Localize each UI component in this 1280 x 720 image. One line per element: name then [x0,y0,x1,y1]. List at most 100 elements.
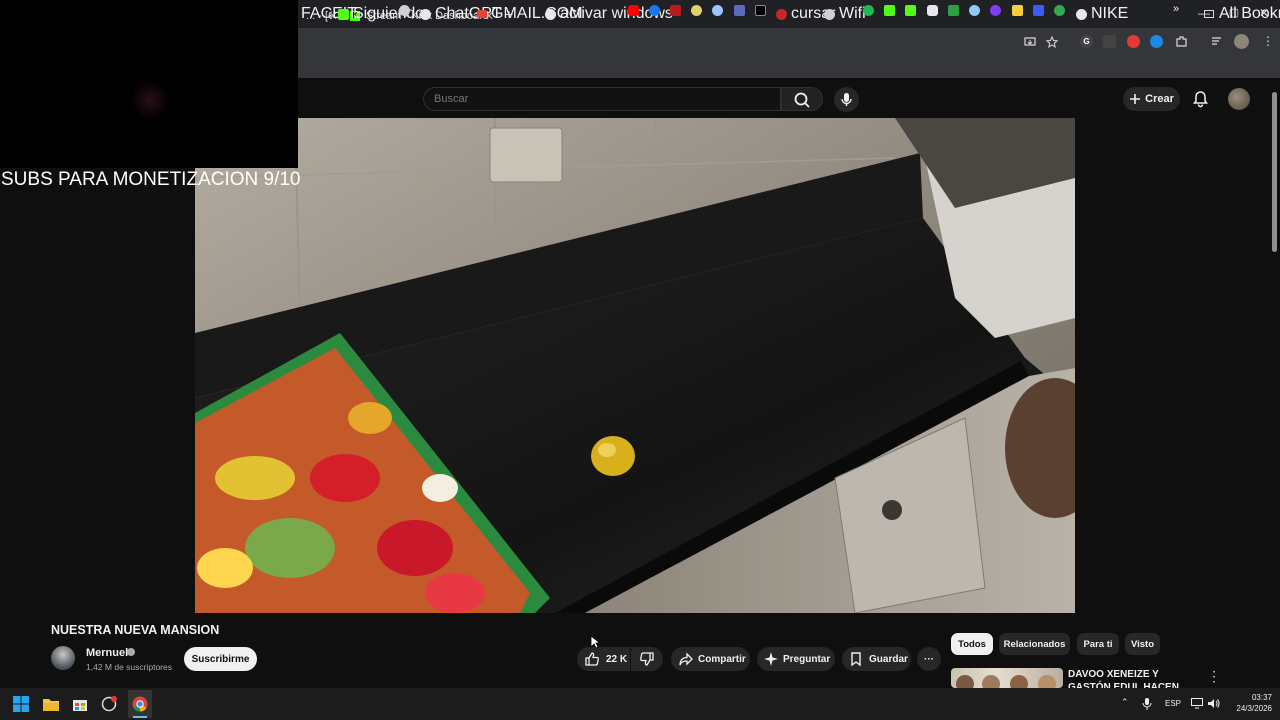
windows-start-icon[interactable] [13,696,29,712]
profile-avatar-icon[interactable] [1234,34,1249,49]
bookmark-icon[interactable] [969,5,980,16]
volume-icon[interactable] [1207,698,1220,709]
video-title: NUESTRA NUEVA MANSION [51,623,220,637]
microphone-tray-icon[interactable] [1142,698,1152,710]
star-icon[interactable] [1046,36,1058,48]
ask-label: Preguntar [783,653,831,665]
chrome-icon[interactable] [132,696,148,712]
channel-name[interactable]: Mernuel [86,647,128,659]
extension-red-icon[interactable] [1127,35,1140,48]
create-button[interactable]: Crear [1123,87,1180,111]
microphone-icon [841,93,852,106]
bookmark-icon [1076,8,1087,20]
like-count: 22 K [606,653,628,665]
video-player[interactable] [195,118,1075,613]
extension-g-icon[interactable]: G [1080,35,1093,48]
chatgpt-icon [420,8,431,20]
save-label: Guardar [869,653,908,665]
bookmark-icon[interactable] [1033,5,1044,16]
folder-icon [1204,10,1214,18]
webcam-overlay [0,0,298,168]
user-avatar[interactable] [1228,88,1250,110]
globe-icon [824,8,835,20]
youtube-icon[interactable] [628,5,639,16]
share-label: Compartir [698,653,746,665]
bookmark-icon[interactable] [712,5,723,16]
bookmark-icon[interactable] [1012,5,1023,16]
create-label: Crear [1145,93,1174,105]
language-indicator[interactable]: ESP [1165,699,1181,708]
network-icon[interactable] [1191,698,1203,709]
recommendation-thumbnail[interactable] [951,668,1063,688]
tray-overflow-icon[interactable]: ⌃ [1121,697,1129,708]
all-bookmarks-button[interactable]: All Bookmarks [1204,5,1280,23]
mouse-cursor-icon [590,635,600,649]
gmail-icon [477,10,487,18]
search-input[interactable] [434,92,764,106]
puzzle-icon[interactable] [1175,35,1188,48]
app-icon[interactable] [101,696,117,712]
search-button[interactable] [781,87,823,111]
bookmark-wifi[interactable]: Wifi [824,5,866,23]
windows-taskbar [0,688,1280,720]
facebook-icon[interactable] [649,5,660,16]
bookmark-icon[interactable] [948,5,959,16]
shield-icon[interactable] [670,5,681,16]
google-drive-icon[interactable] [1054,5,1065,16]
subs-goal-overlay-text: SUBS PARA MONETIZACION 9/10 [1,169,301,190]
chip-relacionados[interactable]: Relacionados [999,633,1070,655]
thumbs-up-icon [585,652,599,666]
recommendation-menu-icon[interactable]: ⋮ [1207,668,1221,684]
bookmark-label: NIKE [1091,5,1129,22]
microsoft-store-icon[interactable] [72,696,88,712]
kick-icon[interactable] [905,5,916,16]
save-button[interactable]: Guardar [842,647,911,671]
bookmark-nike[interactable]: NIKE [1076,5,1128,23]
bookmark-siguiendo[interactable]: Siguiendo [338,5,424,23]
file-explorer-icon[interactable] [43,696,59,712]
recommendation-title[interactable]: DAVOO XENEIZE Y GASTÓN EDUL HACEN PUERRU… [1068,668,1198,688]
subscriber-count: 1,42 M de suscriptores [86,662,172,672]
more-actions-button[interactable]: ··· [917,647,941,671]
plus-icon [1130,94,1141,104]
thumbnail-image [956,675,1056,688]
subscribe-button[interactable]: Suscribirme [184,647,257,671]
github-icon [545,8,556,20]
kebab-menu-icon[interactable]: ⋮ [1262,34,1274,48]
spotify-icon[interactable] [863,5,874,16]
bookmark-icon[interactable] [927,5,938,16]
extension-blue-icon[interactable] [1150,35,1163,48]
share-icon [679,652,693,666]
bookmarks-overflow-button[interactable]: » [1173,3,1179,15]
tab-search-icon[interactable] [1210,35,1223,48]
install-app-icon[interactable] [1024,36,1036,48]
share-button[interactable]: Compartir [671,647,750,671]
video-frame [195,118,1075,613]
kick-icon[interactable] [884,5,895,16]
active-indicator [133,716,147,718]
ask-button[interactable]: Preguntar [757,647,835,671]
bookmark-icon [776,8,787,20]
channel-avatar[interactable] [51,646,75,670]
thumbs-down-icon [640,652,654,666]
clock-time[interactable]: 03:37 [1244,693,1272,702]
x-icon[interactable] [755,5,766,16]
bookmark-icon[interactable] [734,5,745,16]
chip-para-ti[interactable]: Para ti [1077,633,1119,655]
chip-visto[interactable]: Visto [1125,633,1160,655]
clock-date[interactable]: 24/3/2026 [1228,704,1272,713]
chip-todos[interactable]: Todos [951,633,993,655]
voice-search-button[interactable] [834,87,859,112]
bookmark-label: Wifi [839,5,866,22]
sparkle-icon [764,652,778,666]
bookmark-icon[interactable] [691,5,702,16]
extension-icon[interactable] [1103,35,1116,48]
notifications-bell-icon[interactable] [1192,90,1209,108]
page-scrollbar[interactable] [1272,92,1277,252]
dislike-button[interactable] [631,647,663,671]
kick-icon [338,8,349,20]
bookmark-icon[interactable] [990,5,1001,16]
like-button[interactable]: 22 K [577,647,630,671]
all-bookmarks-label: All Bookmarks [1219,5,1280,22]
bookmark-icon[interactable] [399,5,410,16]
